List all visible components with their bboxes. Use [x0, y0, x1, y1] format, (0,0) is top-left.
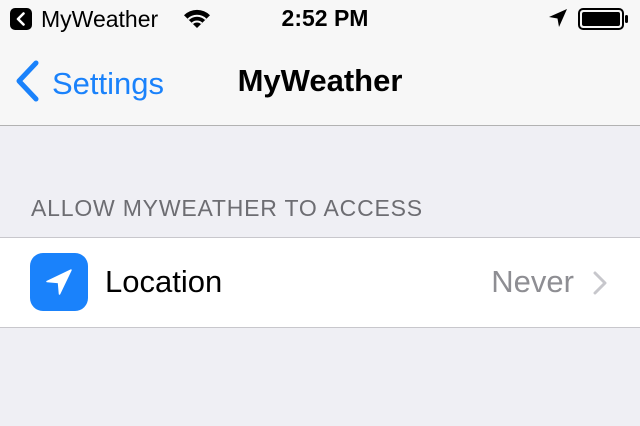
- status-bar: MyWeather 2:52 PM: [0, 0, 640, 40]
- top-bar: MyWeather 2:52 PM Settings MyWeather: [0, 0, 640, 126]
- location-label: Location: [105, 264, 223, 299]
- battery-icon: [578, 8, 630, 35]
- navigation-bar: Settings MyWeather: [0, 40, 640, 126]
- chevron-right-icon: [593, 271, 607, 300]
- location-services-icon: [548, 8, 568, 33]
- location-arrow-icon: [30, 253, 88, 311]
- section-header: ALLOW MYWEATHER TO ACCESS: [31, 195, 423, 221]
- page-title: MyWeather: [237, 63, 403, 98]
- location-row[interactable]: Location Never: [0, 238, 640, 327]
- settings-group: Location Never: [0, 237, 640, 328]
- location-value: Never: [491, 264, 574, 299]
- status-time: 2:52 PM: [281, 5, 369, 31]
